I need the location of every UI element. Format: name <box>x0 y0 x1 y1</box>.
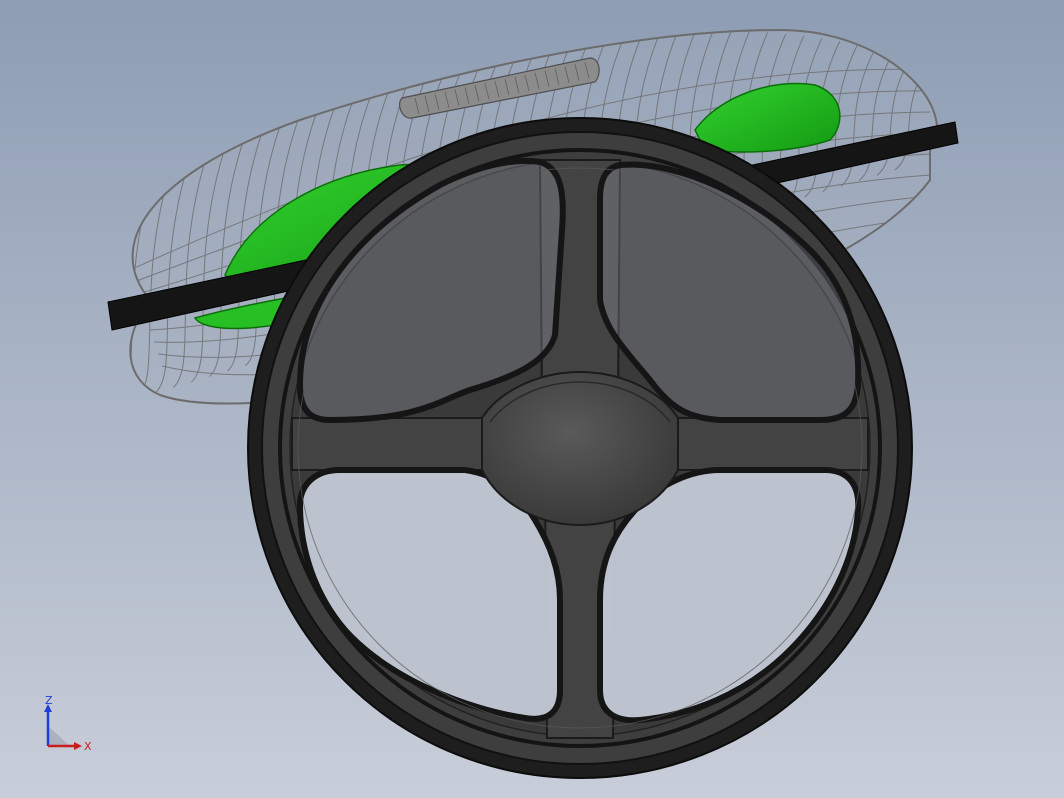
cad-viewport[interactable]: Z X <box>0 0 1064 798</box>
pedestal-base-wheel[interactable] <box>247 117 913 779</box>
x-axis-label: X <box>84 740 92 753</box>
triad-plane-shade <box>48 726 70 746</box>
axis-triad: Z X <box>44 696 92 753</box>
x-axis-arrow-icon <box>74 742 82 750</box>
fan-model-scene[interactable] <box>0 0 1064 798</box>
wheel-center-hub <box>481 370 679 527</box>
z-axis-label: Z <box>45 696 53 707</box>
